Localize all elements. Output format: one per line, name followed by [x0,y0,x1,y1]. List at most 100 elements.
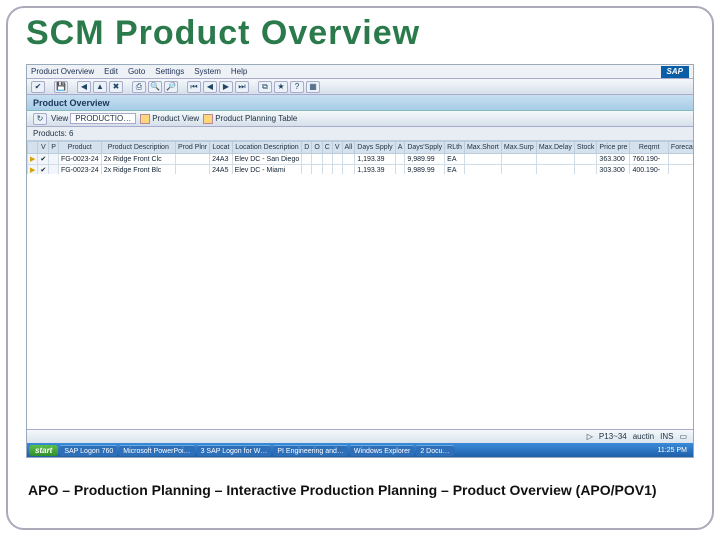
last-page-icon[interactable]: ⏭ [235,81,249,93]
product-view-label: Product View [152,114,199,123]
shortcut-icon[interactable]: ★ [274,81,288,93]
enter-icon[interactable]: ✔ [31,81,45,93]
view-value[interactable]: PRODUCTIO… [70,113,136,124]
grid-cell [302,154,312,165]
grid-header[interactable] [28,142,38,154]
sap-toolbar-standard: ✔ 💾 ◀ ▲ ✖ ⎙ 🔍 🔎 ⏮ ◀ ▶ ⏭ ⧉ ★ ? ▦ [27,79,693,95]
product-view-icon [140,114,150,124]
grid-header[interactable]: V [38,142,49,154]
menu-settings[interactable]: Settings [155,67,184,76]
grid-header[interactable]: Location Description [232,142,302,154]
grid-cell: 363.300 [597,154,630,165]
task-item[interactable]: Windows Explorer [350,445,414,456]
next-page-icon[interactable]: ▶ [219,81,233,93]
help-icon[interactable]: ? [290,81,304,93]
sap-toolbar-app: ↻ View PRODUCTIO… Product View Product P… [27,111,693,127]
task-item[interactable]: 3 SAP Logon for W… [197,445,272,456]
grid-header[interactable]: Reqmt [630,142,668,154]
grid-header[interactable]: Forecast [668,142,693,154]
grid-header[interactable]: Max.Surp [501,142,536,154]
start-button[interactable]: start [29,445,58,456]
grid-header[interactable]: D [302,142,312,154]
task-item[interactable]: Microsoft PowerPoi… [119,445,194,456]
grid-cell [332,154,342,165]
grid-cell [175,154,209,165]
refresh-icon[interactable]: ↻ [33,113,47,125]
view-selector[interactable]: View PRODUCTIO… [51,113,136,124]
status-bar: ▷ P13~34 auctin INS ▭ [27,429,693,443]
grid-header[interactable]: A [395,142,405,154]
grid-header[interactable]: Price pre [597,142,630,154]
slide-caption: APO – Production Planning – Interactive … [28,481,692,500]
grid-cell: FG-0023-24 [58,154,101,165]
task-item[interactable]: SAP Logon 760 [60,445,117,456]
view-label: View [51,114,68,123]
grid-header[interactable]: RLth [445,142,465,154]
grid-cell [395,154,405,165]
prev-page-icon[interactable]: ◀ [203,81,217,93]
grid-cell [342,154,355,165]
back-icon[interactable]: ◀ [77,81,91,93]
grid-header[interactable]: Max.Short [464,142,501,154]
menu-help[interactable]: Help [231,67,247,76]
menu-edit[interactable]: Edit [104,67,118,76]
empty-area [27,174,693,429]
grid-header[interactable]: P [49,142,59,154]
sap-screen-title: Product Overview [27,95,693,111]
grid-cell: 24A3 [210,154,233,165]
grid-header[interactable]: All [342,142,355,154]
system-tray: 11:25 PM [654,447,691,454]
grid-cell: ✔ [38,154,49,165]
grid-header[interactable]: O [312,142,322,154]
grid-header[interactable]: Stock [574,142,597,154]
planning-table-icon [203,114,213,124]
grid-header[interactable]: Product Description [101,142,175,154]
menu-system[interactable]: System [194,67,221,76]
task-item[interactable]: 2 Docu… [416,445,453,456]
grid-header[interactable]: Locat [210,142,233,154]
grid-header[interactable]: Max.Delay [536,142,574,154]
grid-cell: 9,989.99 [405,154,445,165]
sap-menubar: Product Overview Edit Goto Settings Syst… [27,65,693,79]
layout-icon[interactable]: ▦ [306,81,320,93]
grid-header[interactable]: C [322,142,332,154]
save-icon[interactable]: 💾 [54,81,68,93]
slide-title: SCM Product Overview [8,8,712,53]
product-view-button[interactable]: Product View [140,114,199,124]
grid-cell [501,154,536,165]
grid-cell [574,154,597,165]
find-next-icon[interactable]: 🔎 [164,81,178,93]
grid-cell [536,154,574,165]
cancel-icon[interactable]: ✖ [109,81,123,93]
exit-icon[interactable]: ▲ [93,81,107,93]
find-icon[interactable]: 🔍 [148,81,162,93]
grid-header[interactable]: Days Spply [355,142,395,154]
table-row[interactable]: ▶✔FG-0023-242x Ridge Front Clc24A3Elev D… [28,154,694,165]
grid-cell: EA [445,154,465,165]
grid-header[interactable]: Prod Plnr [175,142,209,154]
grid-cell: 760.190- [630,154,668,165]
grid-cell [464,154,501,165]
grid-header[interactable]: Days'Spply [405,142,445,154]
task-item[interactable]: PI Engineering and… [273,445,348,456]
sap-window: Product Overview Edit Goto Settings Syst… [26,64,694,458]
product-count: Products: 6 [27,127,693,140]
grid-header[interactable]: Product [58,142,101,154]
grid-cell [668,154,693,165]
grid-header[interactable]: V [332,142,342,154]
nav-first-icon[interactable]: ▷ [587,432,593,441]
grid-cell: 1,193.39 [355,154,395,165]
menu-goto[interactable]: Goto [128,67,145,76]
grid-cell: ▶ [28,154,38,165]
menu-product-overview[interactable]: Product Overview [31,67,94,76]
new-session-icon[interactable]: ⧉ [258,81,272,93]
first-page-icon[interactable]: ⏮ [187,81,201,93]
sap-logo: SAP [661,66,689,78]
status-config-icon[interactable]: ▭ [679,432,687,441]
planning-table-label: Product Planning Table [215,114,297,123]
planning-table-button[interactable]: Product Planning Table [203,114,297,124]
status-client: auctin [633,432,654,441]
print-icon[interactable]: ⎙ [132,81,146,93]
grid-cell: 2x Ridge Front Clc [101,154,175,165]
windows-taskbar: start SAP Logon 760Microsoft PowerPoi…3 … [27,443,693,457]
